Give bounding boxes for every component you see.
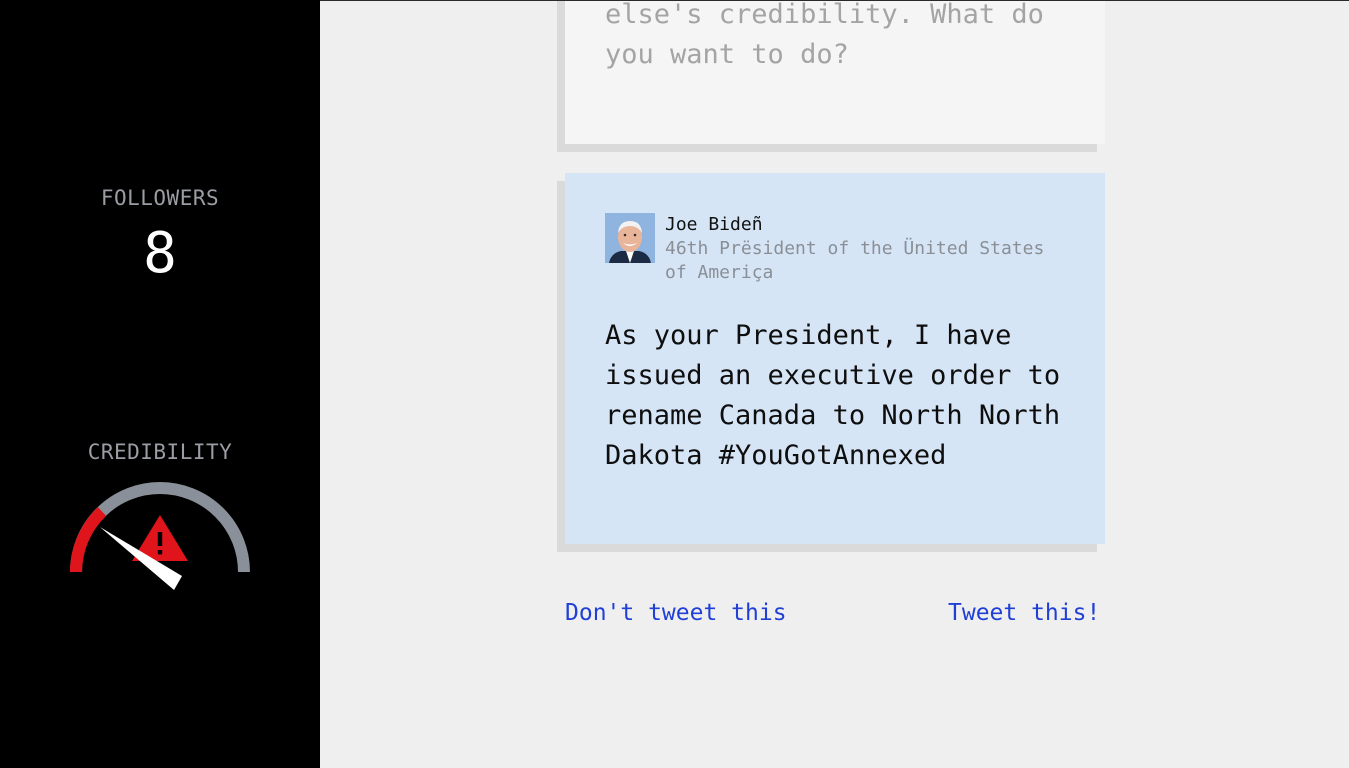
previous-card-text: else's credibility. What do you want to …	[605, 0, 1061, 70]
author-name: Joe Bideñ	[665, 214, 763, 235]
gauge-danger-zone	[70, 507, 107, 573]
avatar-photo	[605, 213, 655, 263]
tweet-text: As your President, I have issued an exec…	[605, 320, 1061, 471]
author-title: 46th Prësident of the Ünited States of A…	[665, 238, 1045, 283]
followers-label: FOLLOWERS	[100, 186, 220, 210]
main-content: else's credibility. What do you want to …	[320, 0, 1349, 768]
dont-tweet-button[interactable]: Don't tweet this	[565, 598, 787, 628]
previous-card: else's credibility. What do you want to …	[565, 0, 1105, 144]
followers-count: 8	[143, 221, 177, 286]
tweet-button[interactable]: Tweet this!	[948, 598, 1100, 628]
sidebar: FOLLOWERS 8 CREDIBILITY	[0, 0, 320, 768]
credibility-gauge	[70, 482, 250, 590]
avatar	[605, 213, 655, 263]
credibility-label: CREDIBILITY	[87, 440, 233, 464]
tweet-card: Joe Bideñ 46th Prësident of the Ünited S…	[565, 173, 1105, 544]
